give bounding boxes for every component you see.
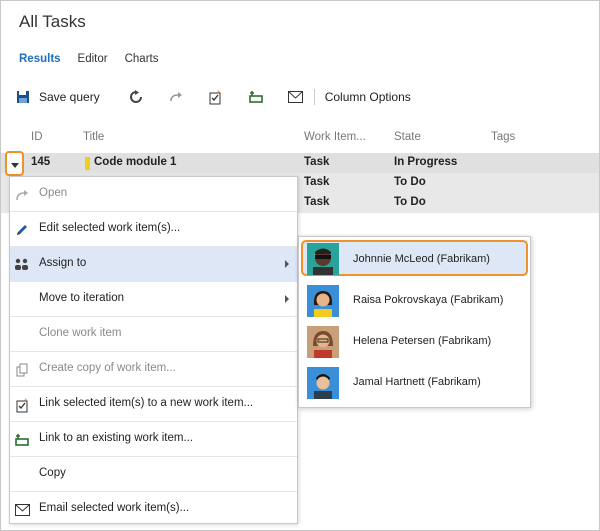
copy-icon: [14, 362, 30, 378]
work-item-type: Task: [304, 196, 330, 208]
menu-item-copy[interactable]: Copy: [10, 457, 297, 492]
column-header-tags[interactable]: Tags: [491, 131, 515, 143]
email-icon[interactable]: [288, 89, 304, 105]
person-jamal-hartnett[interactable]: Jamal Hartnett (Fabrikam): [301, 363, 528, 404]
redo-icon[interactable]: [168, 89, 184, 105]
pencil-icon: [14, 222, 30, 238]
menu-item-open[interactable]: Open: [10, 177, 297, 212]
svg-text:*: *: [24, 398, 28, 405]
row-context-menu-toggle[interactable]: [5, 151, 24, 176]
refresh-icon[interactable]: [128, 89, 144, 105]
tab-editor[interactable]: Editor: [78, 53, 108, 65]
toolbar-divider: [313, 89, 315, 105]
avatar: [307, 285, 339, 317]
work-item-type: Task: [304, 156, 330, 168]
menu-item-edit[interactable]: Edit selected work item(s)...: [10, 212, 297, 247]
column-header-work-item-type[interactable]: Work Item...: [304, 131, 366, 143]
avatar: [307, 243, 339, 275]
email-icon: [14, 502, 30, 518]
work-item-color-bar: [85, 157, 90, 170]
work-item-state: To Do: [394, 196, 426, 208]
column-header-title[interactable]: Title: [83, 131, 104, 143]
view-tabs: Results Editor Charts: [19, 53, 175, 65]
work-item-id: 145: [31, 156, 51, 168]
column-header-id[interactable]: ID: [31, 131, 43, 143]
link-existing-icon: [14, 432, 30, 448]
menu-item-create-copy[interactable]: Create copy of work item...: [10, 352, 297, 387]
table-row[interactable]: 145 Code module 1 Task In Progress: [1, 153, 599, 173]
people-icon: [14, 257, 30, 273]
avatar: [307, 367, 339, 399]
tab-results[interactable]: Results: [19, 53, 61, 65]
work-item-state: In Progress: [394, 156, 458, 168]
menu-item-email[interactable]: Email selected work item(s)...: [10, 492, 297, 527]
person-johnnie-mcleod[interactable]: Johnnie McLeod (Fabrikam): [301, 240, 528, 276]
menu-item-assign-to[interactable]: Assign to: [10, 247, 297, 282]
grid-header: ID Title Work Item... State Tags: [1, 129, 599, 147]
query-toolbar: Save query * Column Options: [15, 87, 411, 107]
person-raisa-pokrovskaya[interactable]: Raisa Pokrovskaya (Fabrikam): [301, 281, 528, 322]
link-existing-icon[interactable]: [248, 89, 264, 105]
column-options-label: Column Options: [324, 90, 411, 104]
tab-charts[interactable]: Charts: [125, 53, 159, 65]
menu-item-link-new[interactable]: * Link selected item(s) to a new work it…: [10, 387, 297, 422]
menu-item-clone[interactable]: Clone work item: [10, 317, 297, 352]
column-options-button[interactable]: Column Options: [325, 90, 411, 104]
caret-down-icon: [10, 157, 19, 171]
person-helena-petersen[interactable]: Helena Petersen (Fabrikam): [301, 322, 528, 363]
menu-item-move-to-iteration[interactable]: Move to iteration: [10, 282, 297, 317]
menu-item-link-existing[interactable]: Link to an existing work item...: [10, 422, 297, 457]
save-query-button[interactable]: Save query: [15, 89, 100, 105]
work-item-state: To Do: [394, 176, 426, 188]
svg-text:*: *: [217, 90, 221, 97]
work-item-type: Task: [304, 176, 330, 188]
column-header-state[interactable]: State: [394, 131, 421, 143]
avatar: [307, 326, 339, 358]
assign-to-submenu: Johnnie McLeod (Fabrikam) Raisa Pokrovsk…: [298, 236, 531, 408]
page-title: All Tasks: [19, 12, 86, 31]
new-linked-icon[interactable]: *: [208, 89, 224, 105]
chevron-right-icon: [285, 260, 289, 268]
save-icon: [15, 89, 31, 105]
save-query-label: Save query: [39, 90, 100, 104]
work-item-title: Code module 1: [94, 156, 177, 168]
chevron-right-icon: [285, 295, 289, 303]
new-linked-icon: *: [14, 397, 30, 413]
window: All Tasks Results Editor Charts Save que…: [0, 0, 600, 531]
open-arrow-icon: [14, 187, 30, 203]
context-menu: Open Edit selected work item(s)... Assig…: [9, 176, 298, 524]
